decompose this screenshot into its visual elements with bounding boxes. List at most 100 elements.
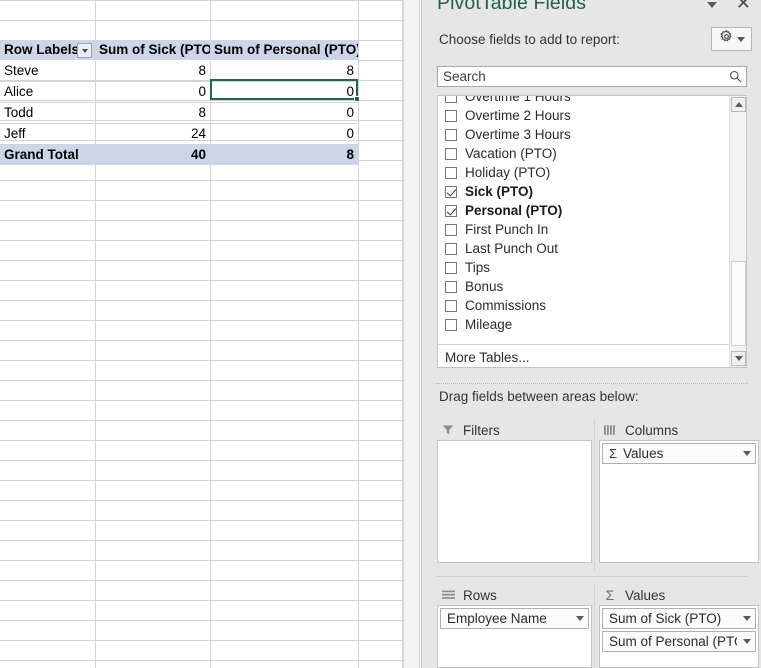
checkbox-icon[interactable] xyxy=(445,96,457,103)
grid-row-line xyxy=(0,480,403,481)
chevron-down-icon[interactable] xyxy=(743,616,751,621)
grid-row-line xyxy=(0,460,403,461)
field-item-overtime-3-hours[interactable]: Overtime 3 Hours xyxy=(438,125,730,144)
search-input[interactable] xyxy=(438,67,724,86)
area-columns-label: Columns xyxy=(625,422,679,438)
checkbox-icon[interactable] xyxy=(445,147,457,160)
grid-row-line xyxy=(0,200,403,201)
field-pill-columns[interactable]: Σ Values xyxy=(602,443,756,464)
row-labels-filter-button[interactable] xyxy=(77,43,92,58)
scroll-up-button[interactable] xyxy=(731,97,746,112)
area-values-dropzone[interactable]: Sum of Sick (PTO) Sum of Personal (PTO) xyxy=(599,605,759,668)
chevron-down-icon[interactable] xyxy=(743,451,751,456)
tools-button[interactable] xyxy=(711,27,752,51)
field-list[interactable]: Overtime 1 Hours Overtime 2 Hours Overtime… xyxy=(437,95,747,368)
spreadsheet-grid[interactable]: Row Labels Sum of Sick (PTO) Sum of Pers… xyxy=(0,0,403,668)
checkbox-icon[interactable] xyxy=(445,242,457,255)
more-tables-link[interactable]: More Tables... xyxy=(445,350,530,365)
field-item-tips[interactable]: Tips xyxy=(438,258,730,277)
pivot-cell-personal[interactable]: 0 xyxy=(210,102,358,124)
pivot-cell-label[interactable]: Jeff xyxy=(0,123,95,145)
area-columns[interactable]: Columns Σ Values xyxy=(599,420,759,563)
field-pill-rows[interactable]: Employee Name xyxy=(440,608,589,629)
pivot-cell-sick[interactable]: 0 xyxy=(95,81,210,103)
grand-total-label[interactable]: Grand Total xyxy=(0,144,95,165)
pivot-cell-label[interactable]: Steve xyxy=(0,60,95,82)
checkbox-icon[interactable] xyxy=(445,299,457,312)
field-item-bonus[interactable]: Bonus xyxy=(438,277,730,296)
field-item-mileage[interactable]: Mileage xyxy=(438,315,730,334)
field-item-first-punch-in[interactable]: First Punch In xyxy=(438,220,730,239)
search-box[interactable] xyxy=(437,66,747,87)
area-rows[interactable]: Rows Employee Name xyxy=(437,585,592,668)
checkbox-icon[interactable] xyxy=(445,318,457,331)
area-filters-header: Filters xyxy=(437,420,592,440)
field-item-label: Personal (PTO) xyxy=(465,203,563,218)
scroll-down-button[interactable] xyxy=(731,351,746,366)
field-pill-label: Values xyxy=(623,446,664,461)
pivot-cell-sick[interactable]: 8 xyxy=(95,102,210,124)
table-row[interactable]: Todd 8 0 xyxy=(0,102,358,124)
area-values-header: Σ Values xyxy=(599,585,759,605)
field-pill-values[interactable]: Sum of Personal (PTO) xyxy=(602,631,756,652)
field-pill-label: Sum of Sick (PTO) xyxy=(609,611,722,626)
grand-total-row[interactable]: Grand Total 40 8 xyxy=(0,144,358,165)
field-item-last-punch-out[interactable]: Last Punch Out xyxy=(438,239,730,258)
pivot-cell-label[interactable]: Alice xyxy=(0,81,95,103)
grid-row-line xyxy=(0,560,403,561)
table-row[interactable]: Jeff 24 0 xyxy=(0,123,358,145)
close-icon[interactable]: ✕ xyxy=(736,0,751,12)
grand-total-personal[interactable]: 8 xyxy=(210,144,358,165)
checkbox-icon[interactable] xyxy=(445,128,457,141)
sigma-icon: Σ xyxy=(609,446,618,461)
checkbox-icon[interactable] xyxy=(445,223,457,236)
pivot-cell-personal[interactable]: 8 xyxy=(210,60,358,82)
field-pill-label: Sum of Personal (PTO) xyxy=(609,634,737,649)
filter-funnel-icon xyxy=(440,423,456,437)
checkbox-icon[interactable] xyxy=(445,166,457,179)
area-filters-dropzone[interactable] xyxy=(437,440,592,563)
field-item-overtime-2-hours[interactable]: Overtime 2 Hours xyxy=(438,106,730,125)
pane-menu-chevron-down-icon[interactable] xyxy=(707,2,717,8)
search-icon[interactable] xyxy=(724,69,746,84)
field-item-personal-pto[interactable]: Personal (PTO) xyxy=(438,201,730,220)
field-item-overtime-1-hours[interactable]: Overtime 1 Hours xyxy=(438,96,730,106)
checkbox-icon[interactable] xyxy=(445,109,457,122)
area-filters-label: Filters xyxy=(463,422,500,438)
field-item-commissions[interactable]: Commissions xyxy=(438,296,730,315)
field-list-scrollbar[interactable] xyxy=(729,96,746,367)
table-row[interactable]: Steve 8 8 xyxy=(0,60,358,82)
checkbox-icon[interactable] xyxy=(445,185,457,198)
chevron-down-icon[interactable] xyxy=(576,616,584,621)
pivot-col-sum-sick[interactable]: Sum of Sick (PTO) xyxy=(95,40,210,61)
checkbox-icon[interactable] xyxy=(445,204,457,217)
pivot-cell-personal[interactable]: 0 xyxy=(210,123,358,145)
area-rows-dropzone[interactable]: Employee Name xyxy=(437,605,592,668)
scrollbar-thumb[interactable] xyxy=(731,261,746,346)
area-columns-dropzone[interactable]: Σ Values xyxy=(599,440,759,563)
chevron-down-icon[interactable] xyxy=(743,639,751,644)
field-item-vacation-pto[interactable]: Vacation (PTO) xyxy=(438,144,730,163)
pivot-cell-sick[interactable]: 24 xyxy=(95,123,210,145)
grid-row-line xyxy=(0,280,403,281)
area-filters[interactable]: Filters xyxy=(437,420,592,563)
grid-row-line xyxy=(0,20,403,21)
grand-total-sick[interactable]: 40 xyxy=(95,144,210,165)
field-pill-values[interactable]: Sum of Sick (PTO) xyxy=(602,608,756,629)
checkbox-icon[interactable] xyxy=(445,280,457,293)
pivot-cell-sick[interactable]: 8 xyxy=(95,60,210,82)
rows-icon xyxy=(440,588,456,602)
pivot-col-sum-personal[interactable]: Sum of Personal (PTO) xyxy=(210,40,358,61)
field-item-holiday-pto[interactable]: Holiday (PTO) xyxy=(438,163,730,182)
field-items: Overtime 1 Hours Overtime 2 Hours Overtime… xyxy=(438,96,730,334)
area-values[interactable]: Σ Values Sum of Sick (PTO) Sum of Persona… xyxy=(599,585,759,668)
field-item-sick-pto[interactable]: Sick (PTO) xyxy=(438,182,730,201)
sheet-vertical-scrollbar[interactable] xyxy=(403,0,420,668)
pivot-cell-personal[interactable]: 0 xyxy=(210,81,358,103)
choose-fields-label: Choose fields to add to report: xyxy=(439,32,620,47)
pivot-col-row-labels[interactable]: Row Labels xyxy=(0,40,95,61)
table-row[interactable]: Alice 0 0 xyxy=(0,81,358,103)
pivot-table[interactable]: Row Labels Sum of Sick (PTO) Sum of Pers… xyxy=(0,40,358,165)
checkbox-icon[interactable] xyxy=(445,261,457,274)
pivot-cell-label[interactable]: Todd xyxy=(0,102,95,124)
